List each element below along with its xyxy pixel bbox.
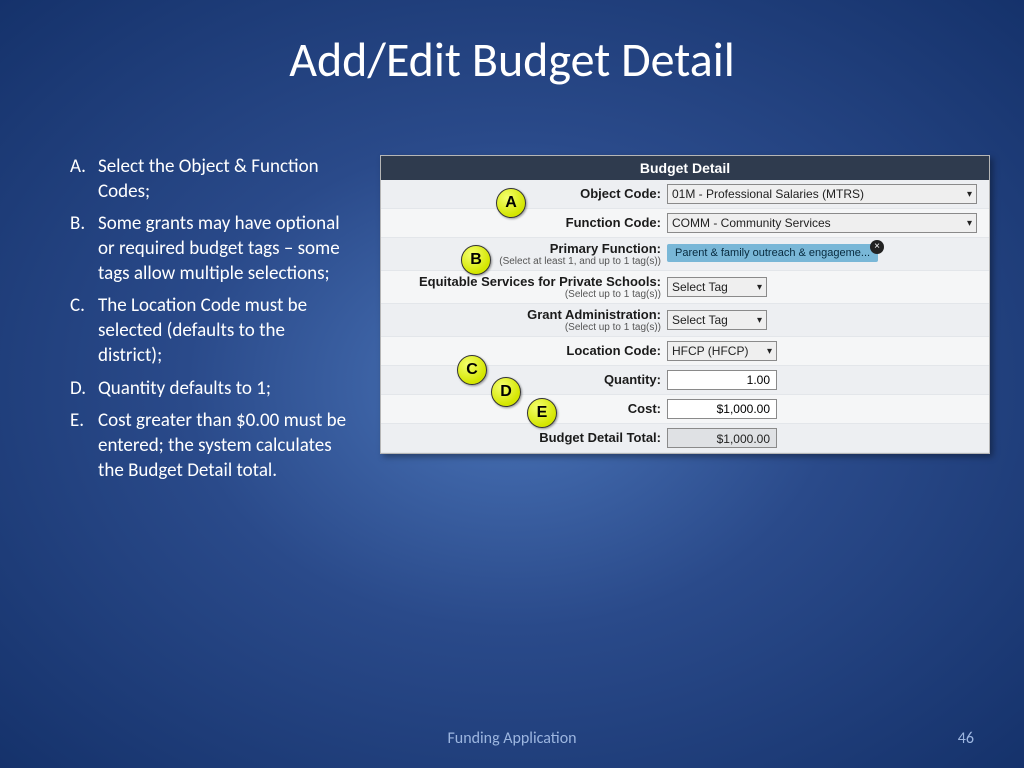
list-item: E.Cost greater than $0.00 must be entere… xyxy=(70,409,350,483)
row-total: Budget Detail Total: $1,000.00 xyxy=(381,424,989,453)
callout-d: D xyxy=(491,377,521,407)
object-code-value: 01M - Professional Salaries (MTRS) xyxy=(672,187,864,201)
hint-primary-function: (Select at least 1, and up to 1 tag(s)) xyxy=(389,256,661,267)
list-text: The Location Code must be selected (defa… xyxy=(98,294,350,368)
list-item: D.Quantity defaults to 1; xyxy=(70,377,350,402)
location-code-select[interactable]: HFCP (HFCP) ▾ xyxy=(667,341,777,361)
cost-input[interactable] xyxy=(667,399,777,419)
hint-equitable-services: (Select up to 1 tag(s)) xyxy=(389,289,661,300)
list-marker: C. xyxy=(70,294,98,368)
list-item: B.Some grants may have optional or requi… xyxy=(70,212,350,286)
page-number: 46 xyxy=(958,729,974,748)
footer-label: Funding Application xyxy=(0,729,1024,748)
function-code-select[interactable]: COMM - Community Services ▾ xyxy=(667,213,977,233)
row-object-code: Object Code: 01M - Professional Salaries… xyxy=(381,180,989,209)
label-equitable-services: Equitable Services for Private Schools: … xyxy=(389,274,667,300)
list-marker: A. xyxy=(70,155,98,204)
quantity-input[interactable] xyxy=(667,370,777,390)
panel-body: A B C D E Object Code: 01M - Professiona… xyxy=(381,180,989,453)
equitable-services-value: Select Tag xyxy=(672,280,728,294)
total-value: $1,000.00 xyxy=(667,428,777,448)
row-grant-admin: Grant Administration: (Select up to 1 ta… xyxy=(381,304,989,337)
panel-header: Budget Detail xyxy=(381,156,989,180)
list-text: Quantity defaults to 1; xyxy=(98,377,271,402)
callout-b: B xyxy=(461,245,491,275)
label-primary-function: Primary Function: (Select at least 1, an… xyxy=(389,241,667,267)
list-text: Cost greater than $0.00 must be entered;… xyxy=(98,409,350,483)
row-cost: Cost: xyxy=(381,395,989,424)
grant-admin-select[interactable]: Select Tag ▾ xyxy=(667,310,767,330)
chevron-down-icon: ▾ xyxy=(967,218,972,229)
list-item: A.Select the Object & Function Codes; xyxy=(70,155,350,204)
list-marker: B. xyxy=(70,212,98,286)
chevron-down-icon: ▾ xyxy=(757,282,762,293)
chevron-down-icon: ▾ xyxy=(967,189,972,200)
label-quantity: Quantity: xyxy=(389,369,667,391)
list-item: C.The Location Code must be selected (de… xyxy=(70,294,350,368)
grant-admin-value: Select Tag xyxy=(672,313,728,327)
content-area: A.Select the Object & Function Codes; B.… xyxy=(70,155,984,491)
label-location-code: Location Code: xyxy=(389,340,667,362)
list-text: Some grants may have optional or require… xyxy=(98,212,350,286)
hint-grant-admin: (Select up to 1 tag(s)) xyxy=(389,322,661,333)
remove-tag-icon[interactable]: × xyxy=(870,240,884,254)
screenshot-column: Budget Detail A B C D E Object Code: 01M… xyxy=(380,155,990,454)
callout-a: A xyxy=(496,188,526,218)
function-code-value: COMM - Community Services xyxy=(672,216,831,230)
label-total: Budget Detail Total: xyxy=(389,427,667,449)
letter-list: A.Select the Object & Function Codes; B.… xyxy=(70,155,350,483)
row-equitable-services: Equitable Services for Private Schools: … xyxy=(381,271,989,304)
chevron-down-icon: ▾ xyxy=(767,346,772,357)
label-function-code: Function Code: xyxy=(389,212,667,234)
page-title: Add/Edit Budget Detail xyxy=(0,30,1024,89)
object-code-select[interactable]: 01M - Professional Salaries (MTRS) ▾ xyxy=(667,184,977,204)
chevron-down-icon: ▾ xyxy=(757,315,762,326)
list-marker: D. xyxy=(70,377,98,402)
callout-c: C xyxy=(457,355,487,385)
label-object-code: Object Code: xyxy=(389,183,667,205)
label-grant-admin: Grant Administration: (Select up to 1 ta… xyxy=(389,307,667,333)
list-marker: E. xyxy=(70,409,98,483)
list-text: Select the Object & Function Codes; xyxy=(98,155,350,204)
primary-function-tag[interactable]: Parent & family outreach & engageme... xyxy=(667,244,878,262)
bullet-list-column: A.Select the Object & Function Codes; B.… xyxy=(70,155,350,491)
budget-detail-panel: Budget Detail A B C D E Object Code: 01M… xyxy=(380,155,990,454)
location-code-value: HFCP (HFCP) xyxy=(672,344,748,358)
row-function-code: Function Code: COMM - Community Services… xyxy=(381,209,989,238)
slide: Add/Edit Budget Detail A.Select the Obje… xyxy=(0,0,1024,768)
callout-e: E xyxy=(527,398,557,428)
equitable-services-select[interactable]: Select Tag ▾ xyxy=(667,277,767,297)
